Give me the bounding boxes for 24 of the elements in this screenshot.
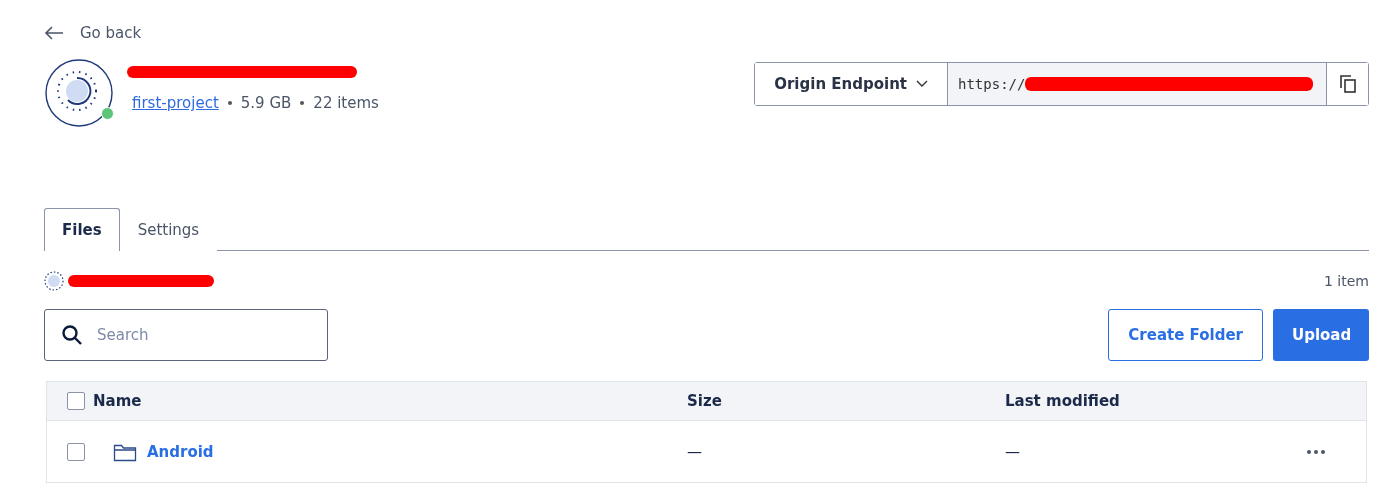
tab[interactable]: Files — [44, 208, 120, 251]
separator-dot — [300, 101, 305, 105]
column-header: Name — [93, 392, 142, 410]
separator-dot — [227, 101, 232, 105]
folder-link[interactable]: Android — [147, 442, 214, 461]
checkbox[interactable] — [67, 392, 85, 410]
item-count: 22 items — [313, 94, 379, 112]
back-arrow-icon — [44, 26, 64, 40]
create-folder-button[interactable]: Create Folder — [1108, 309, 1263, 361]
upload-button[interactable]: Upload — [1273, 309, 1369, 361]
checkbox[interactable] — [67, 442, 85, 461]
column-header: Last modified — [1005, 392, 1120, 410]
go-back-link[interactable]: Go back — [44, 24, 142, 42]
search-icon — [61, 324, 83, 346]
bucket-icon — [44, 271, 64, 291]
bucket-size: 5.9 GB — [240, 94, 292, 112]
table-cell: — — [1005, 442, 1020, 461]
table-cell: — — [687, 442, 702, 461]
bucket-icon — [44, 58, 114, 128]
project-link[interactable]: first-project — [132, 94, 219, 112]
more-options-icon — [1306, 448, 1326, 455]
item-count: 1 item — [1324, 273, 1369, 289]
column-header: Size — [687, 392, 722, 410]
search-field[interactable]: Search — [44, 309, 328, 361]
